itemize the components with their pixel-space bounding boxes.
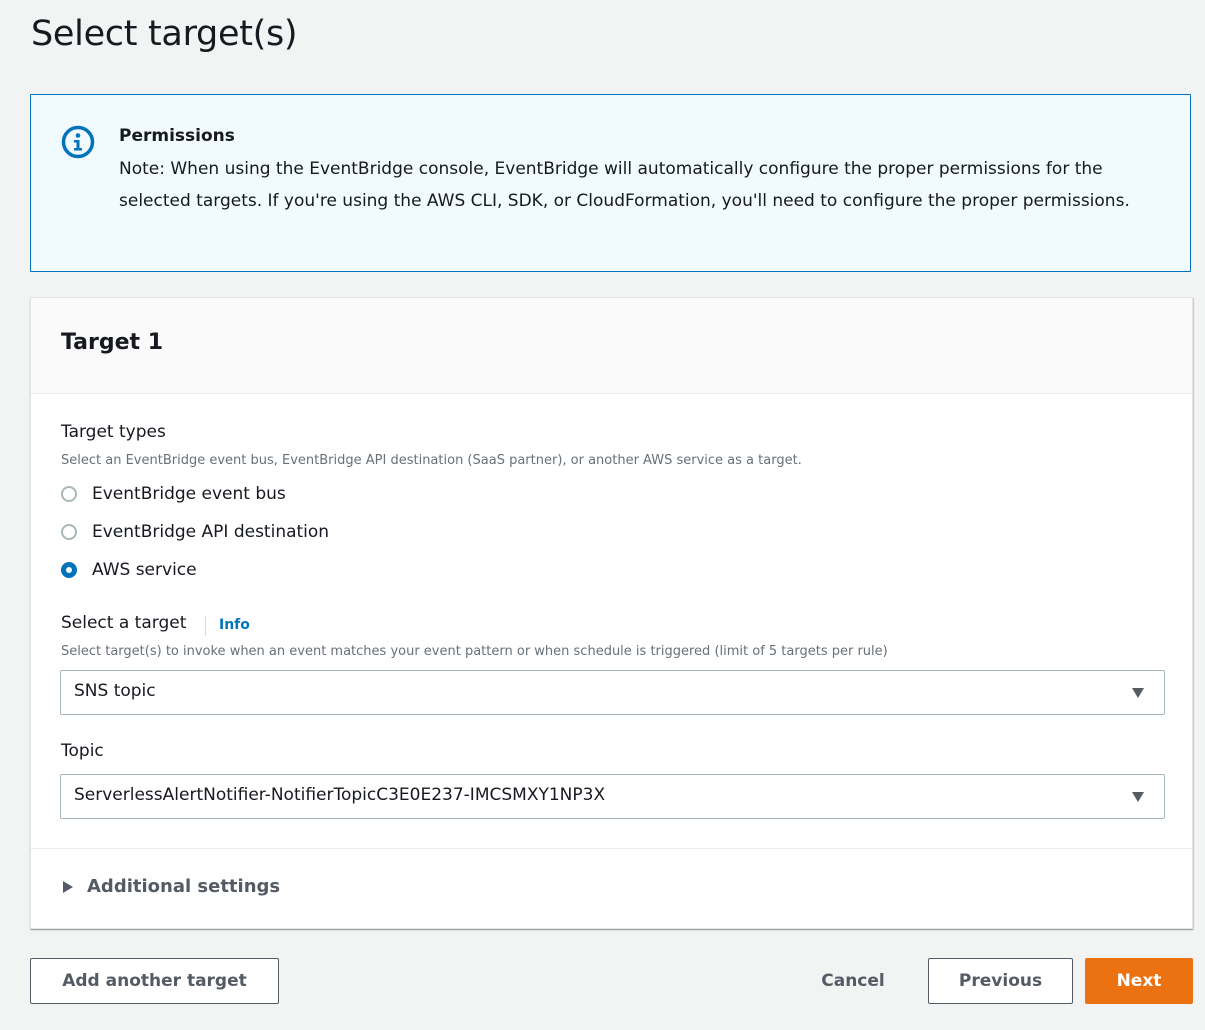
info-icon	[61, 125, 95, 159]
label-divider	[205, 616, 206, 636]
additional-settings-expander[interactable]: Additional settings	[63, 876, 280, 897]
select-target-dropdown[interactable]: SNS topic	[60, 670, 1165, 715]
alert-body: Note: When using the EventBridge console…	[119, 159, 1130, 211]
topic-label: Topic	[61, 741, 104, 761]
cancel-button[interactable]: Cancel	[810, 958, 896, 1004]
radio-label: AWS service	[92, 560, 197, 580]
radio-label: EventBridge event bus	[92, 484, 286, 504]
card-header: Target 1	[31, 298, 1192, 394]
topic-value: ServerlessAlertNotifier-NotifierTopicC3E…	[74, 785, 606, 805]
target-types-label: Target types	[61, 422, 166, 442]
caret-down-icon	[1132, 688, 1144, 698]
info-link[interactable]: Info	[219, 617, 250, 633]
radio-button[interactable]	[61, 486, 77, 502]
card-divider	[31, 848, 1192, 849]
select-target-value: SNS topic	[74, 681, 156, 701]
add-another-target-button[interactable]: Add another target	[30, 958, 279, 1004]
caret-down-icon	[1132, 792, 1144, 802]
radio-label: EventBridge API destination	[92, 522, 330, 542]
radio-button-selected[interactable]	[61, 562, 77, 578]
card-title: Target 1	[61, 330, 164, 355]
previous-button[interactable]: Previous	[928, 958, 1073, 1004]
topic-dropdown[interactable]: ServerlessAlertNotifier-NotifierTopicC3E…	[60, 774, 1165, 819]
radio-eventbridge-api-destination[interactable]: EventBridge API destination	[61, 520, 329, 544]
target-card: Target 1 Target types Select an EventBri…	[30, 297, 1193, 929]
caret-right-icon	[63, 880, 73, 893]
radio-aws-service[interactable]: AWS service	[61, 558, 197, 582]
alert-title: Permissions	[119, 126, 235, 146]
additional-settings-label: Additional settings	[87, 876, 281, 897]
target-types-description: Select an EventBridge event bus, EventBr…	[61, 453, 802, 468]
next-button[interactable]: Next	[1085, 958, 1193, 1004]
page-title: Select target(s)	[31, 14, 298, 54]
radio-button[interactable]	[61, 524, 77, 540]
select-target-description: Select target(s) to invoke when an event…	[61, 644, 888, 659]
select-target-label: Select a target	[61, 613, 187, 633]
permissions-alert: Permissions Note: When using the EventBr…	[30, 94, 1191, 272]
radio-eventbridge-event-bus[interactable]: EventBridge event bus	[61, 482, 286, 506]
